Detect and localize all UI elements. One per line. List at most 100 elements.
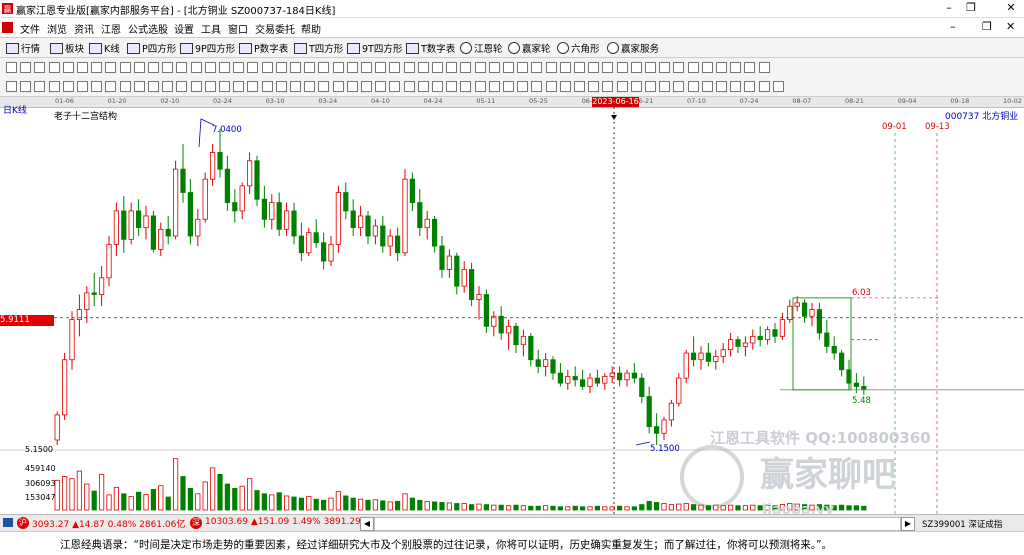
analysis-tool-50-icon[interactable] — [701, 81, 713, 92]
analysis-tool-44-icon[interactable] — [616, 81, 628, 92]
draw-tool-52-icon[interactable] — [730, 62, 742, 73]
analysis-tool-35-icon[interactable] — [488, 81, 500, 92]
draw-tool-3-icon[interactable] — [34, 62, 46, 73]
draw-tool-2-icon[interactable] — [20, 62, 32, 73]
draw-tool-45-icon[interactable] — [630, 62, 642, 73]
draw-tool-19-icon[interactable] — [261, 62, 273, 73]
menu-browse[interactable]: 浏览 — [47, 21, 67, 36]
draw-tool-6-icon[interactable] — [77, 62, 88, 73]
analysis-tool-51-icon[interactable] — [716, 81, 727, 92]
analysis-tool-1-icon[interactable] — [6, 81, 17, 92]
toolbar-t-square[interactable]: T四方形 — [294, 41, 343, 55]
menu-file[interactable]: 文件 — [20, 21, 40, 36]
analysis-tool-16-icon[interactable] — [219, 81, 230, 92]
horizontal-scrollbar[interactable] — [374, 517, 901, 531]
analysis-tool-33-icon[interactable] — [460, 81, 472, 92]
toolbar-p-square[interactable]: P四方形 — [127, 41, 176, 55]
analysis-tool-43-icon[interactable] — [602, 81, 614, 92]
analysis-tool-4-icon[interactable] — [48, 81, 60, 92]
menu-window[interactable]: 窗口 — [228, 21, 248, 36]
analysis-tool-54-icon[interactable] — [758, 81, 770, 92]
toolbar-9t-square[interactable]: 9T四方形 — [347, 41, 402, 55]
grid-icon[interactable] — [3, 518, 13, 527]
analysis-tool-38-icon[interactable] — [531, 81, 543, 92]
analysis-tool-29-icon[interactable] — [403, 81, 415, 92]
analysis-tool-26-icon[interactable] — [361, 81, 372, 92]
kline-chart-area[interactable]: 日K线 老子十二宫结构 000737 北方铜业 5.9111 5.1500 7.… — [0, 106, 1024, 518]
draw-tool-11-icon[interactable] — [148, 62, 159, 73]
toolbar-gann-wheel[interactable]: 江恩轮 — [460, 41, 503, 55]
draw-tool-37-icon[interactable] — [517, 62, 529, 73]
analysis-tool-34-icon[interactable] — [474, 81, 486, 92]
draw-tool-15-icon[interactable] — [204, 62, 216, 73]
draw-tool-30-icon[interactable] — [417, 62, 429, 73]
draw-tool-1-icon[interactable] — [6, 62, 17, 73]
analysis-tool-32-icon[interactable] — [446, 81, 458, 92]
draw-tool-20-icon[interactable] — [275, 62, 287, 73]
analysis-tool-25-icon[interactable] — [346, 81, 358, 92]
menu-info[interactable]: 资讯 — [74, 21, 94, 36]
draw-tool-49-icon[interactable] — [687, 62, 699, 73]
toolbar-p-table[interactable]: P数字表 — [239, 41, 288, 55]
menu-formula[interactable]: 公式选股 — [128, 21, 168, 36]
draw-tool-44-icon[interactable] — [616, 62, 628, 73]
menu-trade[interactable]: 交易委托 — [255, 21, 295, 36]
draw-tool-28-icon[interactable] — [389, 62, 401, 73]
draw-tool-27-icon[interactable] — [375, 62, 387, 73]
draw-tool-13-icon[interactable] — [176, 62, 188, 73]
analysis-tool-53-icon[interactable] — [744, 81, 756, 92]
draw-tool-26-icon[interactable] — [361, 62, 372, 73]
draw-tool-10-icon[interactable] — [133, 62, 145, 73]
draw-tool-7-icon[interactable] — [91, 62, 103, 73]
analysis-tool-28-icon[interactable] — [389, 81, 401, 92]
draw-tool-54-icon[interactable] — [758, 62, 770, 73]
analysis-tool-19-icon[interactable] — [261, 81, 273, 92]
analysis-tool-20-icon[interactable] — [275, 81, 287, 92]
draw-tool-12-icon[interactable] — [162, 62, 174, 73]
mdi-minimize-button[interactable]: – — [950, 20, 956, 33]
minimize-button[interactable]: – — [938, 0, 960, 16]
draw-tool-41-icon[interactable] — [574, 62, 585, 73]
analysis-tool-40-icon[interactable] — [559, 81, 571, 92]
analysis-tool-2-icon[interactable] — [20, 81, 32, 92]
draw-tool-34-icon[interactable] — [474, 62, 486, 73]
draw-tool-43-icon[interactable] — [602, 62, 614, 73]
draw-tool-46-icon[interactable] — [645, 62, 656, 73]
draw-tool-33-icon[interactable] — [460, 62, 472, 73]
analysis-tool-21-icon[interactable] — [290, 81, 301, 92]
toolbar-9p-square[interactable]: 9P四方形 — [180, 41, 235, 55]
analysis-tool-13-icon[interactable] — [176, 81, 188, 92]
toolbar-sectors[interactable]: 板块 — [50, 41, 84, 55]
analysis-tool-48-icon[interactable] — [673, 81, 685, 92]
analysis-tool-41-icon[interactable] — [574, 81, 585, 92]
analysis-tool-30-icon[interactable] — [417, 81, 429, 92]
analysis-tool-15-icon[interactable] — [204, 81, 216, 92]
draw-tool-53-icon[interactable] — [744, 62, 756, 73]
draw-tool-42-icon[interactable] — [588, 62, 600, 73]
draw-tool-36-icon[interactable] — [503, 62, 514, 73]
draw-tool-38-icon[interactable] — [531, 62, 543, 73]
analysis-tool-36-icon[interactable] — [503, 81, 514, 92]
restore-button[interactable]: ❐ — [960, 0, 982, 16]
sh-index-readout[interactable]: 3093.27 ▲14.87 0.48% 2861.06亿 — [32, 517, 185, 530]
draw-tool-35-icon[interactable] — [488, 62, 500, 73]
draw-tool-17-icon[interactable] — [233, 62, 245, 73]
draw-tool-40-icon[interactable] — [559, 62, 571, 73]
analysis-tool-11-icon[interactable] — [148, 81, 159, 92]
toolbar-winner-wheel[interactable]: 赢家轮 — [508, 41, 551, 55]
draw-tool-4-icon[interactable] — [48, 62, 60, 73]
draw-tool-8-icon[interactable] — [105, 62, 117, 73]
analysis-tool-6-icon[interactable] — [77, 81, 88, 92]
analysis-tool-7-icon[interactable] — [91, 81, 103, 92]
draw-tool-31-icon[interactable] — [432, 62, 443, 73]
toolbar-hexagon[interactable]: 六角形 — [557, 41, 600, 55]
analysis-tool-14-icon[interactable] — [190, 81, 202, 92]
analysis-tool-47-icon[interactable] — [659, 81, 671, 92]
draw-tool-47-icon[interactable] — [659, 62, 671, 73]
analysis-tool-45-icon[interactable] — [630, 81, 642, 92]
toolbar-service[interactable]: 赢家服务 — [607, 41, 659, 55]
toolbar-quotes[interactable]: 行情 — [6, 41, 40, 55]
analysis-tool-52-icon[interactable] — [730, 81, 742, 92]
draw-tool-16-icon[interactable] — [219, 62, 230, 73]
analysis-tool-42-icon[interactable] — [588, 81, 600, 92]
